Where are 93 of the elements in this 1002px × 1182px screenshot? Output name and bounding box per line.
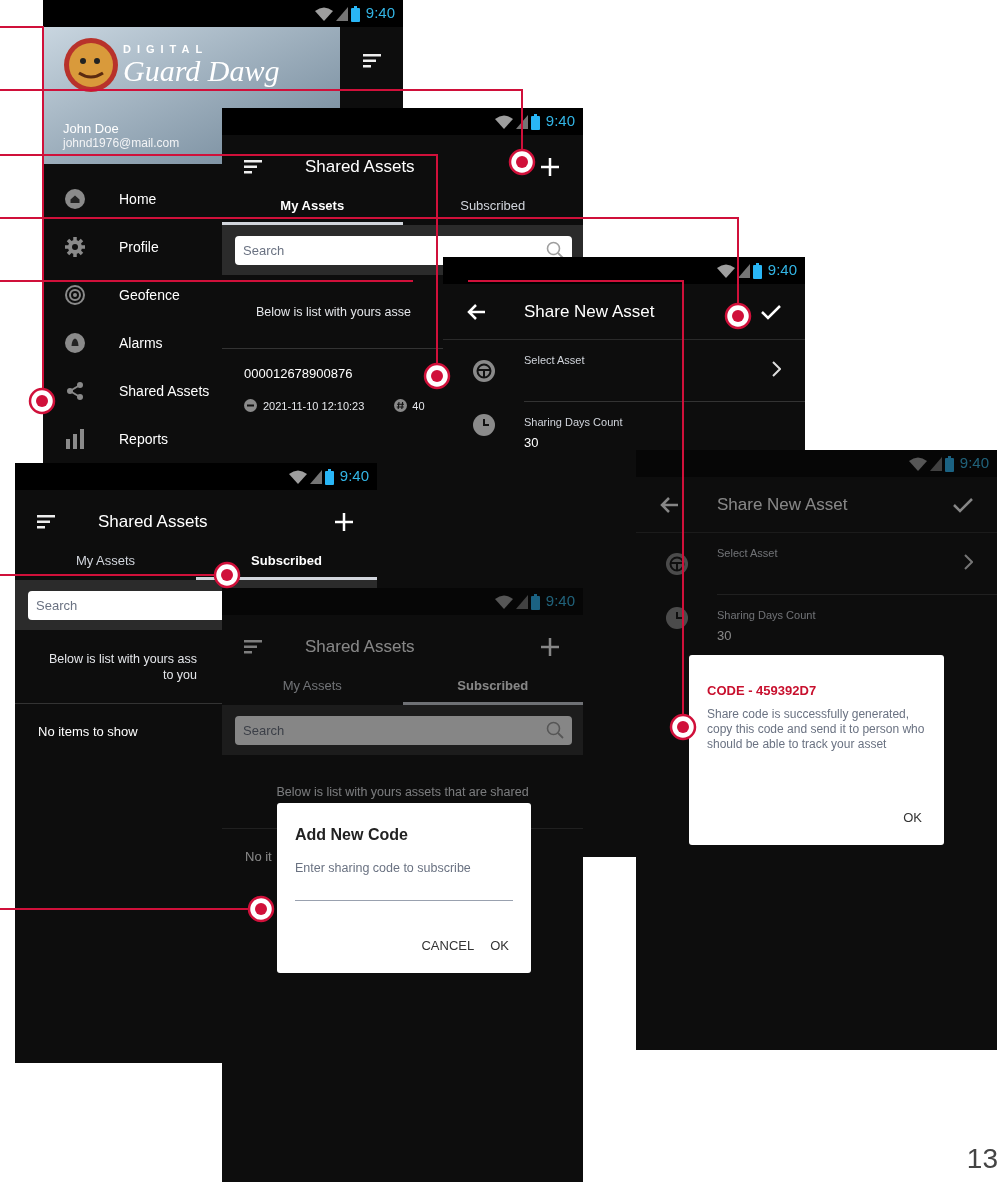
callout-marker: [247, 895, 275, 923]
field-label: Sharing Days Count: [717, 608, 817, 623]
callout-marker: [28, 387, 56, 415]
tab[interactable]: Subscribed: [402, 679, 583, 705]
signal-icon: [335, 6, 348, 21]
signal-icon: [515, 594, 528, 609]
status-time: 9:40: [959, 453, 989, 474]
tab[interactable]: Subscribed: [402, 199, 583, 225]
menu-item[interactable]: Profile: [56, 223, 222, 271]
search-field[interactable]: Search: [235, 715, 572, 745]
code-input-field[interactable]: Enter sharing code to subscribe: [295, 857, 513, 901]
wifi-icon: [494, 594, 513, 609]
dialog-button[interactable]: CANCEL: [417, 931, 479, 959]
dialog-message: Share code is successfully generated, copy this code and send it to person who should be able to track your asset: [707, 706, 926, 752]
clock-icon: [665, 607, 688, 629]
dialog-button[interactable]: OK: [486, 931, 513, 959]
share-icon[interactable]: [65, 381, 85, 401]
check-icon[interactable]: [953, 496, 973, 513]
minus-circle-icon: [244, 399, 257, 413]
battery-icon: [752, 262, 762, 279]
battery-icon: [350, 5, 360, 22]
battery-icon: [324, 468, 334, 485]
home-icon: [65, 189, 85, 209]
callout-marker: [724, 302, 752, 330]
menu-item[interactable]: Geofence: [56, 271, 222, 319]
tab[interactable]: My Assets: [222, 679, 403, 705]
status-time: 9:40: [365, 3, 395, 24]
form-row[interactable]: Select Asset: [443, 340, 805, 402]
bar-chart-icon: [65, 429, 85, 449]
callout-marker: [508, 148, 536, 176]
gear-icon: [65, 237, 85, 257]
signal-icon: [515, 114, 528, 129]
plus-icon[interactable]: [541, 158, 559, 176]
notice-text: Below is list with yours asse: [256, 303, 411, 320]
dialog-button[interactable]: OK: [899, 803, 926, 831]
tab[interactable]: My Assets: [15, 554, 196, 580]
battery-icon: [944, 455, 954, 472]
dialog-title: CODE - 459392D7: [707, 682, 818, 700]
screen-title: Shared Assets: [305, 156, 415, 179]
steering-wheel-icon: [472, 360, 495, 382]
plus-icon[interactable]: [335, 513, 353, 531]
status-time: 9:40: [767, 260, 797, 281]
signal-icon: [929, 456, 942, 471]
menu-item[interactable]: Alarms: [56, 319, 222, 367]
arrow-left-icon[interactable]: [467, 303, 485, 320]
user-email: johnd1976@mail.com: [63, 136, 181, 150]
field-label: Select Asset: [717, 546, 779, 561]
asset-row[interactable]: 000012678900876 2021-11-10 12:10:23 40: [222, 349, 443, 414]
bell-circle-icon: [65, 333, 85, 353]
screen-title: Shared Assets: [305, 636, 415, 659]
wifi-icon: [716, 263, 735, 278]
field-label: Select Asset: [524, 353, 586, 368]
menu-icon[interactable]: [362, 54, 381, 68]
field-label: Sharing Days Count: [524, 415, 624, 430]
menu-item[interactable]: Home: [56, 175, 222, 223]
steering-wheel-icon: [665, 553, 688, 575]
form-row[interactable]: Select Asset: [636, 533, 997, 595]
page-number: 13: [966, 1142, 998, 1176]
search-icon[interactable]: [546, 240, 564, 259]
wifi-icon: [494, 114, 513, 129]
empty-message: No it: [245, 848, 272, 866]
dialog-title: Add New Code: [295, 825, 409, 845]
battery-icon: [530, 593, 540, 610]
hash-icon: [394, 399, 408, 413]
search-field[interactable]: Search: [28, 590, 222, 620]
screen-title: Share New Asset: [524, 300, 655, 323]
target-icon: [65, 285, 85, 305]
status-time: 9:40: [545, 591, 575, 612]
screen-title: Shared Assets: [98, 511, 208, 534]
callout-marker: [213, 561, 241, 589]
screen-title: Share New Asset: [717, 493, 848, 516]
logo-text: DIGITAL: [123, 43, 210, 55]
empty-message: No items to show: [38, 723, 138, 741]
wifi-icon: [288, 469, 307, 484]
notice-text: Below is list with yours ass to you: [49, 650, 197, 683]
check-icon[interactable]: [761, 303, 781, 320]
menu-icon[interactable]: [37, 515, 55, 529]
user-name: John Doe: [63, 121, 120, 136]
clock-icon: [472, 414, 495, 436]
menu-item[interactable]: Reports: [56, 415, 222, 463]
status-time: 9:40: [545, 111, 575, 132]
status-time: 9:40: [339, 466, 369, 487]
wifi-icon: [314, 6, 333, 21]
callout-marker: [423, 362, 451, 390]
logo-title: Guard Dawg: [123, 54, 280, 87]
battery-icon: [530, 113, 540, 130]
wifi-icon: [908, 456, 927, 471]
menu-item[interactable]: Shared Assets: [56, 367, 222, 415]
menu-icon[interactable]: [244, 160, 262, 174]
signal-icon: [737, 263, 750, 278]
chevron-right-icon[interactable]: [771, 361, 781, 377]
notice-text: Below is list with yours assets that are shared: [276, 783, 529, 800]
signal-icon: [309, 469, 322, 484]
